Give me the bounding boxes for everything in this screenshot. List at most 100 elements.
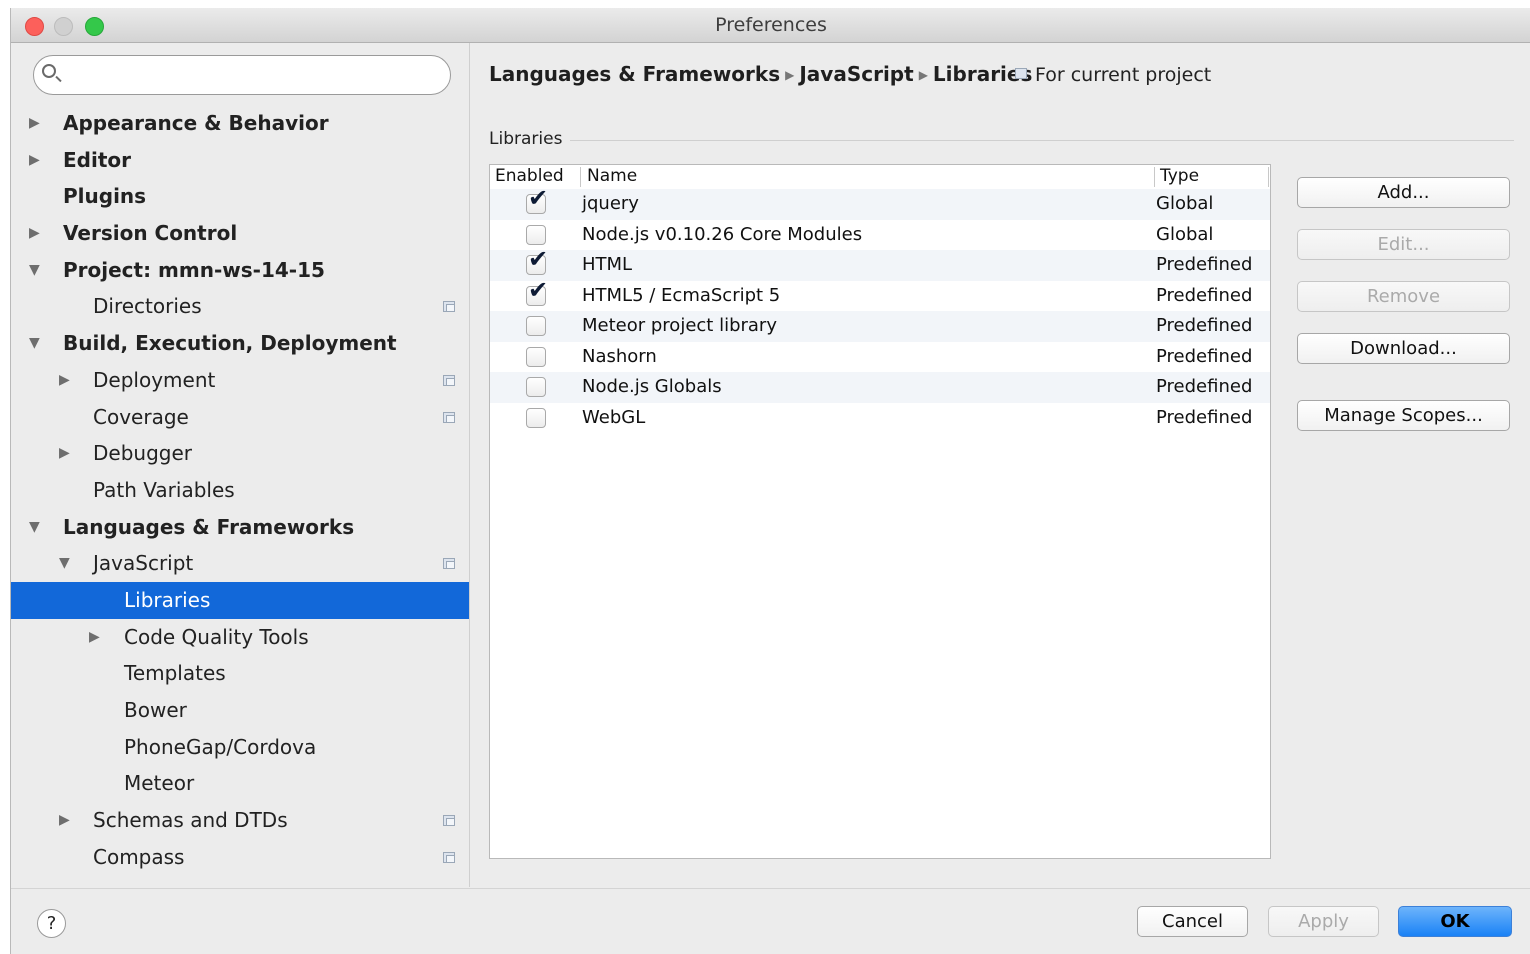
sidebar-item-label: Path Variables — [93, 477, 235, 502]
sidebar-item-libraries[interactable]: Libraries — [11, 581, 469, 619]
add-library-button[interactable]: Add... — [1297, 177, 1510, 208]
collapsed-arrow-icon[interactable]: ▶ — [29, 105, 45, 142]
sidebar-item-directories[interactable]: Directories — [11, 288, 469, 325]
help-button[interactable]: ? — [37, 909, 66, 938]
column-header-type[interactable]: Type — [1160, 166, 1199, 186]
download-library-button[interactable]: Download... — [1297, 333, 1510, 364]
breadcrumb-separator-icon: ▶ — [918, 68, 928, 82]
sidebar-item-label: Directories — [93, 294, 202, 319]
ok-button[interactable]: OK — [1398, 906, 1512, 937]
sidebar-item-phonegap-cordova[interactable]: PhoneGap/Cordova — [11, 729, 469, 766]
cancel-button[interactable]: Cancel — [1137, 906, 1248, 937]
sidebar-item-label: JavaScript — [93, 551, 194, 576]
table-row[interactable]: ✔ Node.js v0.10.26 Core Modules Global — [490, 220, 1270, 251]
preferences-window: Preferences ▶ Appearance & Behavior ▶ Edito… — [10, 8, 1530, 954]
sidebar-item-label: Compass — [93, 844, 185, 869]
sidebar-item-code-quality-tools[interactable]: ▶ Code Quality Tools — [11, 619, 469, 656]
sidebar-item-label: Debugger — [93, 441, 192, 466]
library-name-cell: Meteor project library — [582, 315, 777, 336]
group-divider — [570, 140, 1514, 141]
table-row[interactable]: ✔ HTML5 / EcmaScript 5 Predefined — [490, 278, 1270, 312]
sidebar-item-languages-frameworks[interactable]: ▼ Languages & Frameworks — [11, 509, 469, 546]
manage-scopes-button[interactable]: Manage Scopes... — [1297, 400, 1510, 431]
expanded-arrow-icon[interactable]: ▼ — [29, 509, 45, 546]
table-row[interactable]: ✔ WebGL Predefined — [490, 403, 1270, 434]
expanded-arrow-icon[interactable]: ▼ — [29, 325, 45, 362]
project-level-icon — [443, 301, 455, 313]
library-type-cell: Predefined — [1156, 406, 1253, 428]
settings-tree: ▶ Appearance & Behavior ▶ Editor Plugins ▶ Ver… — [11, 105, 469, 875]
search-input[interactable] — [70, 62, 434, 90]
sidebar-item-templates[interactable]: Templates — [11, 655, 469, 692]
sidebar-item-editor[interactable]: ▶ Editor — [11, 142, 469, 179]
sidebar-item-coverage[interactable]: Coverage — [11, 399, 469, 436]
enabled-checkbox[interactable]: ✔ — [526, 247, 548, 275]
checkmark-icon: ✔ — [528, 245, 549, 273]
sidebar-item-schemas-and-dtds[interactable]: ▶ Schemas and DTDs — [11, 802, 469, 839]
sidebar-item-plugins[interactable]: Plugins — [11, 178, 469, 215]
sidebar-item-label: Editor — [63, 147, 131, 172]
table-row[interactable]: ✔ Meteor project library Predefined — [490, 311, 1270, 342]
collapsed-arrow-icon[interactable]: ▶ — [59, 362, 75, 399]
sidebar-item-bower[interactable]: Bower — [11, 692, 469, 729]
sidebar-item-label: Version Control — [63, 221, 238, 246]
sidebar-item-label: PhoneGap/Cordova — [124, 734, 317, 759]
sidebar-item-javascript[interactable]: ▼ JavaScript — [11, 545, 469, 582]
breadcrumb-separator-icon: ▶ — [785, 68, 795, 82]
project-level-icon — [443, 815, 455, 827]
settings-sidebar: ▶ Appearance & Behavior ▶ Editor Plugins ▶ Ver… — [11, 43, 470, 887]
edit-library-button[interactable]: Edit... — [1297, 229, 1510, 260]
project-level-icon — [443, 411, 455, 423]
collapsed-arrow-icon[interactable]: ▶ — [59, 802, 75, 839]
sidebar-item-label: Templates — [124, 661, 226, 686]
column-header-name[interactable]: Name — [587, 166, 637, 186]
column-divider — [1268, 167, 1269, 187]
window-title: Preferences — [715, 14, 827, 36]
remove-library-button[interactable]: Remove — [1297, 281, 1510, 312]
expanded-arrow-icon[interactable]: ▼ — [29, 252, 45, 289]
enabled-checkbox[interactable]: ✔ — [526, 316, 546, 336]
collapsed-arrow-icon[interactable]: ▶ — [29, 215, 45, 252]
enabled-checkbox[interactable]: ✔ — [526, 407, 546, 428]
sidebar-item-label: Deployment — [93, 367, 216, 392]
sidebar-item-meteor[interactable]: Meteor — [11, 765, 469, 802]
library-name-cell: Node.js v0.10.26 Core Modules — [582, 223, 863, 245]
enabled-checkbox[interactable]: ✔ — [526, 186, 548, 214]
sidebar-item-appearance-behavior[interactable]: ▶ Appearance & Behavior — [11, 105, 469, 142]
enabled-checkbox[interactable]: ✔ — [526, 224, 546, 245]
library-type-cell: Global — [1156, 223, 1214, 245]
table-row[interactable]: ✔ Node.js Globals Predefined — [490, 372, 1270, 403]
sidebar-item-label: Plugins — [63, 184, 147, 209]
search-field[interactable] — [33, 55, 451, 95]
collapsed-arrow-icon[interactable]: ▶ — [89, 619, 105, 656]
expanded-arrow-icon[interactable]: ▼ — [59, 545, 75, 582]
sidebar-item-deployment[interactable]: ▶ Deployment — [11, 362, 469, 399]
project-level-icon — [443, 851, 455, 863]
scope-note: For current project — [1015, 64, 1211, 86]
enabled-checkbox[interactable]: ✔ — [526, 346, 546, 367]
breadcrumb: Languages & Frameworks ▶ JavaScript ▶ Librar… — [489, 62, 1032, 86]
column-header-enabled[interactable]: Enabled — [495, 166, 564, 186]
library-name-cell: HTML — [582, 254, 633, 275]
sidebar-item-label: Meteor — [124, 771, 195, 796]
sidebar-item-path-variables[interactable]: Path Variables — [11, 472, 469, 509]
sidebar-item-compass[interactable]: Compass — [11, 839, 469, 876]
library-name-cell: jquery — [582, 193, 639, 214]
collapsed-arrow-icon[interactable]: ▶ — [29, 142, 45, 179]
apply-button[interactable]: Apply — [1268, 906, 1379, 937]
sidebar-item-label: Libraries — [124, 587, 211, 612]
sidebar-item-label: Schemas and DTDs — [93, 808, 288, 833]
enabled-checkbox[interactable]: ✔ — [526, 278, 548, 306]
sidebar-item-debugger[interactable]: ▶ Debugger — [11, 435, 469, 472]
table-row[interactable]: ✔ jquery Global — [490, 186, 1270, 220]
sidebar-item-build-execution-deployment[interactable]: ▼ Build, Execution, Deployment — [11, 325, 469, 362]
libraries-table[interactable]: Enabled Name Type ✔ jquery Global ✔ Node.js … — [489, 164, 1271, 859]
enabled-checkbox[interactable]: ✔ — [526, 377, 546, 397]
sidebar-item-label: Project: mmn-ws-14-15 — [63, 257, 325, 282]
libraries-group-title: Libraries — [489, 129, 563, 149]
sidebar-item-version-control[interactable]: ▶ Version Control — [11, 215, 469, 252]
sidebar-item-project-mmn-ws-14-15[interactable]: ▼ Project: mmn-ws-14-15 — [11, 252, 469, 289]
table-row[interactable]: ✔ HTML Predefined — [490, 247, 1270, 281]
collapsed-arrow-icon[interactable]: ▶ — [59, 435, 75, 472]
table-row[interactable]: ✔ Nashorn Predefined — [490, 342, 1270, 373]
